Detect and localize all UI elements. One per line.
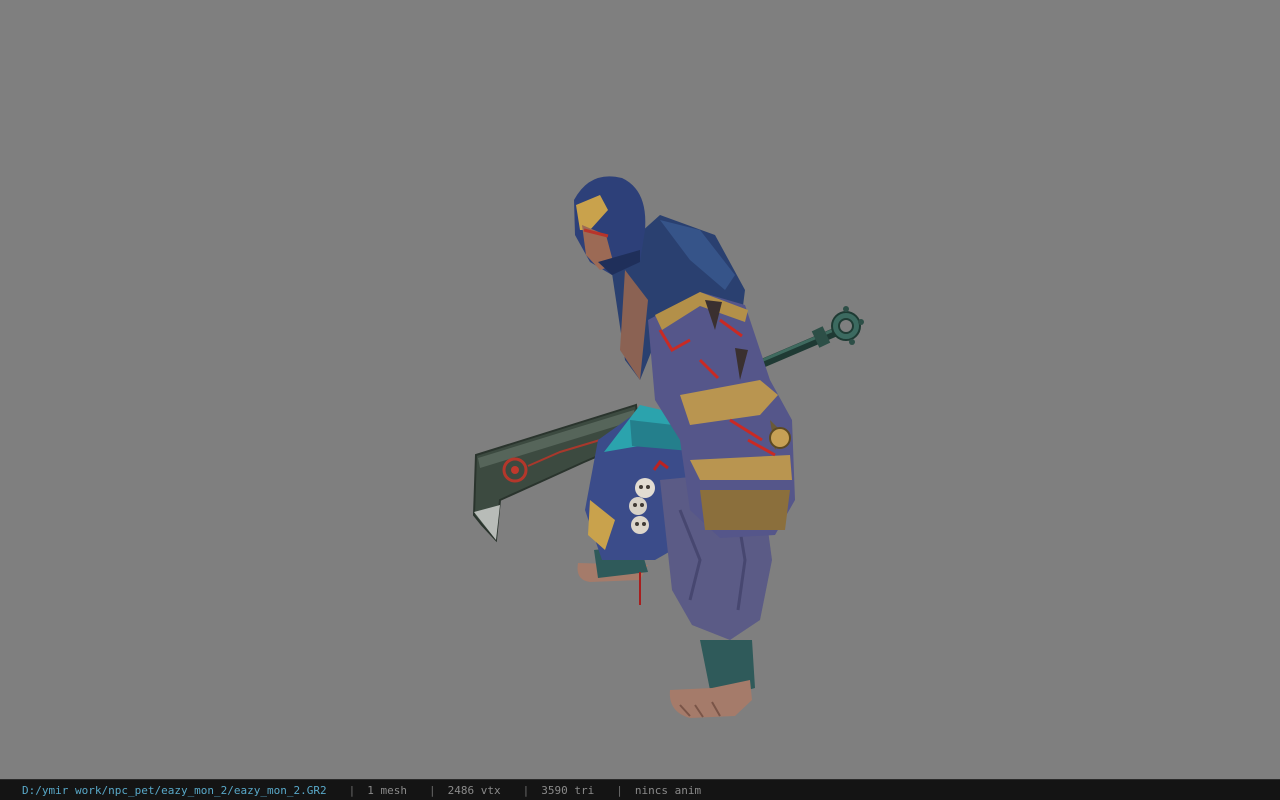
triangle-count: 3590 tri — [541, 783, 595, 797]
animation-status: nincs anim — [634, 783, 702, 797]
status-bar: D:/ymir work/npc_pet/eazy_mon_2/eazy_mon… — [0, 779, 1280, 800]
front-foot — [669, 640, 755, 718]
hooded-head — [574, 176, 646, 275]
3d-viewport[interactable] — [0, 0, 1280, 779]
status-separator: | — [522, 783, 530, 797]
character-model-render — [472, 176, 864, 718]
status-separator: | — [429, 783, 436, 797]
model-file-path: D:/ymir work/npc_pet/eazy_mon_2/eazy_mon… — [22, 783, 327, 797]
status-separator: | — [348, 783, 356, 797]
status-separator: | — [616, 783, 623, 797]
vertex-count: 2486 vtx — [447, 783, 501, 797]
mesh-count: 1 mesh — [367, 783, 408, 797]
